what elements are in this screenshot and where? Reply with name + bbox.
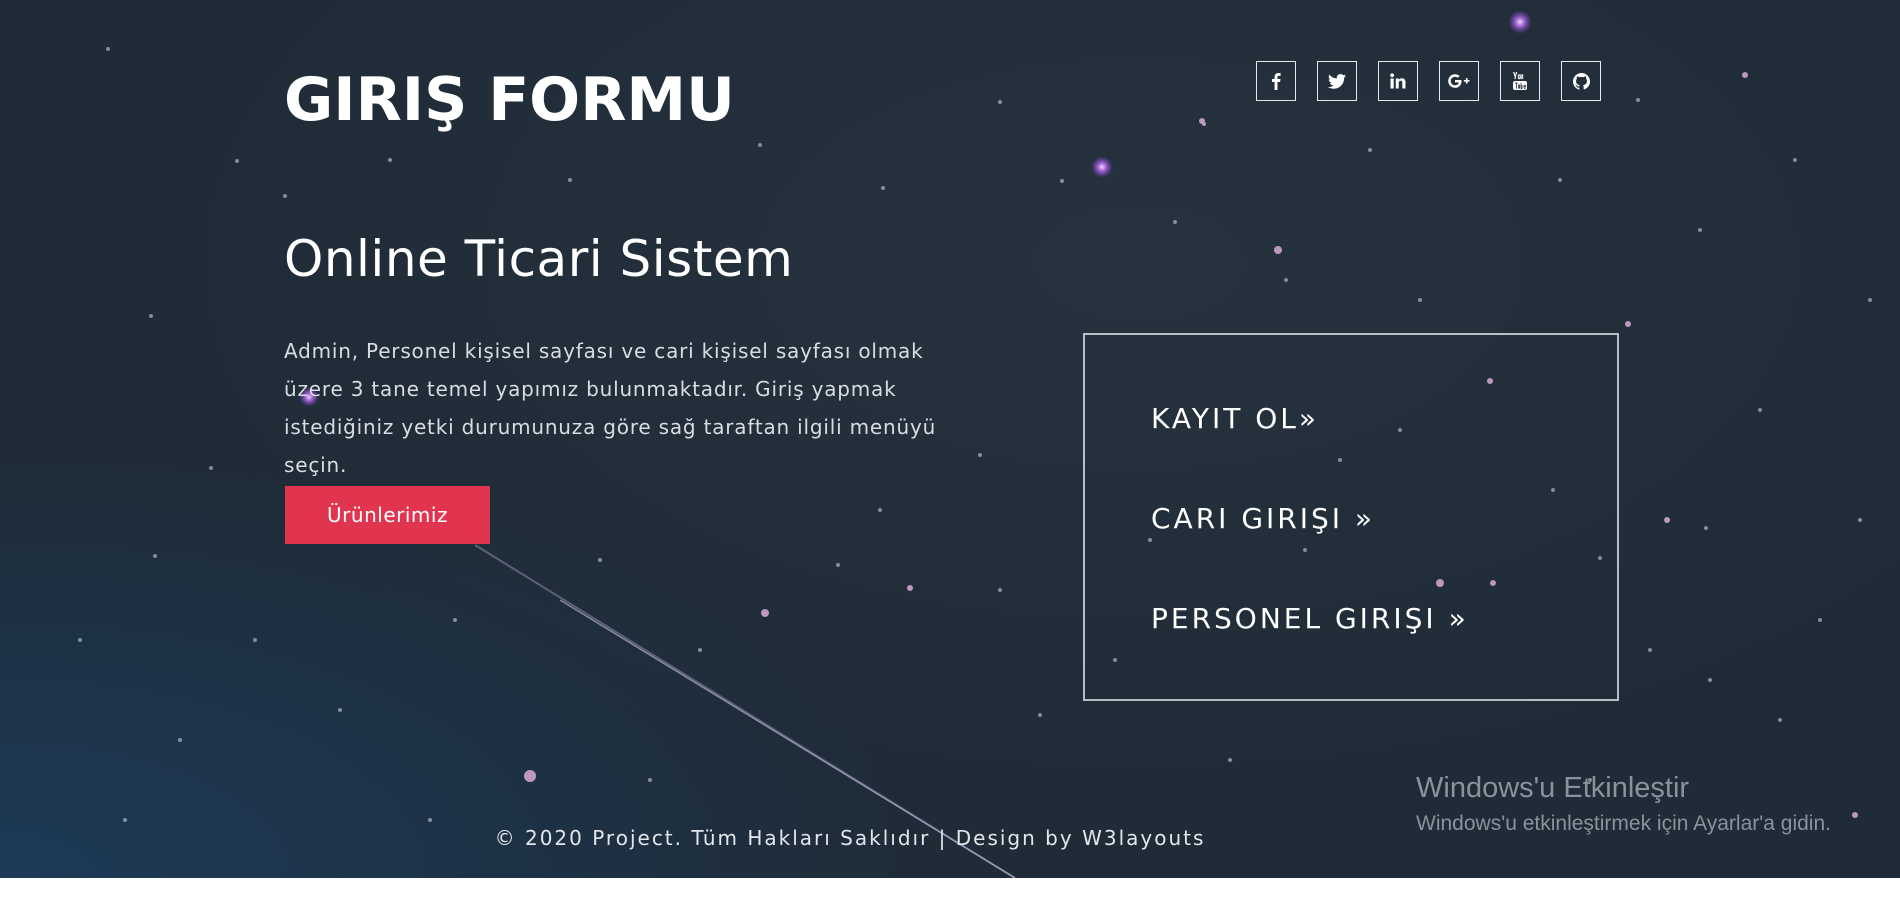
linkedin-button[interactable] bbox=[1378, 61, 1418, 101]
github-button[interactable] bbox=[1561, 61, 1601, 101]
youtube-button[interactable] bbox=[1500, 61, 1540, 101]
products-button[interactable]: Ürünlerimiz bbox=[285, 486, 490, 544]
register-link[interactable]: KAYIT OL» bbox=[1151, 399, 1319, 439]
hero-description: Admin, Personel kişisel sayfası ve cari … bbox=[284, 339, 937, 477]
facebook-icon bbox=[1271, 72, 1281, 90]
google-plus-icon bbox=[1448, 74, 1470, 88]
twitter-icon bbox=[1328, 73, 1346, 89]
social-links bbox=[1256, 61, 1601, 101]
page-background: GIRIŞ FORMU Online Ticari Sistem Admin, … bbox=[0, 0, 1900, 878]
login-menu-box: KAYIT OL» CARI GIRIŞI » PERSONEL GIRIŞI … bbox=[1083, 333, 1619, 701]
github-icon bbox=[1572, 72, 1590, 90]
youtube-icon bbox=[1512, 71, 1528, 91]
windows-activation-subtitle: Windows'u etkinleştirmek için Ayarlar'a … bbox=[1416, 812, 1831, 835]
linkedin-icon bbox=[1390, 73, 1406, 89]
hero-heading: Online Ticari Sistem bbox=[284, 230, 794, 288]
footer-text: © 2020 Project. Tüm Hakları Saklıdır | D… bbox=[495, 826, 1206, 850]
copyright-text: © 2020 Project. Tüm Hakları Saklıdır | D… bbox=[494, 826, 1083, 850]
customer-login-link[interactable]: CARI GIRIŞI » bbox=[1151, 499, 1375, 539]
site-title: GIRIŞ FORMU bbox=[284, 65, 735, 135]
facebook-button[interactable] bbox=[1256, 61, 1296, 101]
bottom-strip bbox=[0, 878, 1900, 904]
twitter-button[interactable] bbox=[1317, 61, 1357, 101]
staff-login-link[interactable]: PERSONEL GIRIŞI » bbox=[1151, 599, 1469, 639]
google-plus-button[interactable] bbox=[1439, 61, 1479, 101]
w3layouts-link[interactable]: W3layouts bbox=[1082, 826, 1205, 850]
windows-activation-title: Windows'u Etkinleştir bbox=[1416, 772, 1690, 804]
